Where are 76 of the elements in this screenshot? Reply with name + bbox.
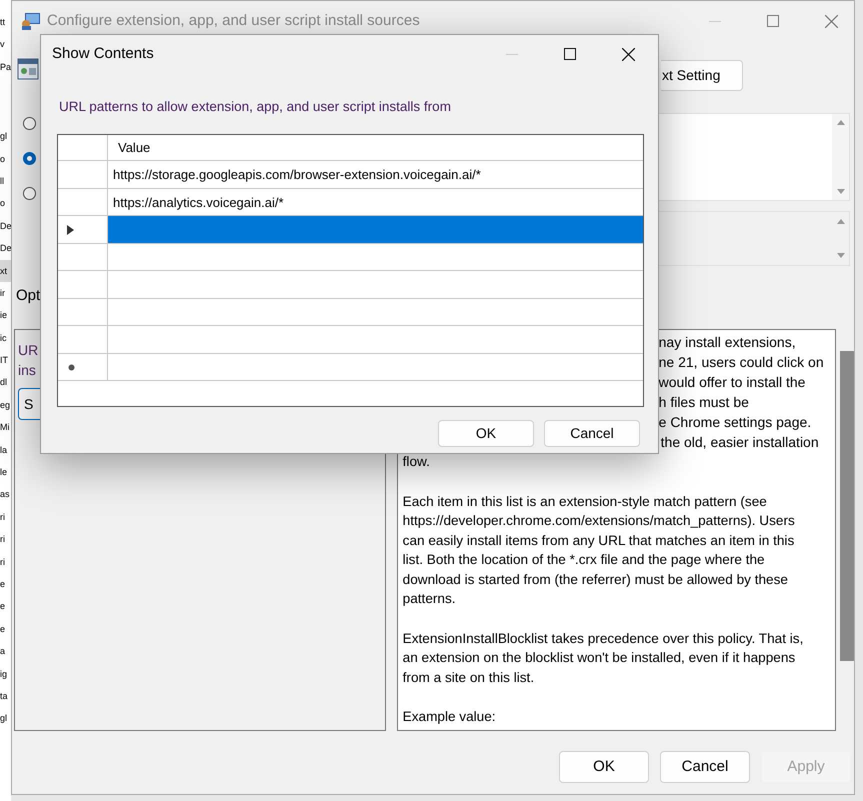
next-setting-button[interactable]: xt Setting: [661, 60, 743, 91]
dialog-button[interactable]: OK: [438, 420, 534, 448]
tree-item[interactable]: Mi: [0, 416, 11, 439]
tree-item[interactable]: tt: [0, 11, 11, 34]
radio-button[interactable]: [23, 187, 36, 200]
help-text-line: an extension on the blocklist won't be installed, even if it happens: [402, 649, 796, 667]
tree-item[interactable]: ta: [0, 684, 11, 708]
tree-item[interactable]: ri: [0, 550, 11, 573]
scroll-down-icon[interactable]: [836, 253, 844, 258]
window-title: Configure extension, app, and user script install sources: [47, 10, 420, 31]
options-label: Opt: [16, 287, 40, 304]
radio-button[interactable]: [23, 152, 36, 165]
tree-item[interactable]: e: [0, 618, 11, 640]
close-icon[interactable]: [622, 48, 635, 60]
maximize-icon[interactable]: [564, 48, 576, 60]
tree-item[interactable]: o: [0, 192, 11, 215]
dialog-button[interactable]: OK: [559, 751, 649, 783]
dialog-button[interactable]: Cancel: [544, 420, 640, 448]
tree-item[interactable]: v: [0, 33, 11, 56]
tree-item[interactable]: eg: [0, 394, 11, 416]
radio-button[interactable]: [23, 117, 36, 130]
scroll-up-icon[interactable]: [836, 120, 844, 125]
tree-item[interactable]: De: [0, 214, 11, 238]
tree-item[interactable]: ig: [0, 662, 11, 685]
help-text-line: download is started from (the referrer) must be allowed by these: [402, 570, 789, 589]
help-text-line: would offer to install the: [658, 373, 806, 392]
tree-item[interactable]: ie: [0, 304, 11, 327]
tree-item[interactable]: gl: [0, 707, 11, 730]
tree-item[interactable]: a: [0, 640, 11, 663]
scroll-down-icon[interactable]: [836, 189, 844, 194]
tree-item[interactable]: le: [0, 461, 11, 484]
tree-item[interactable]: gl: [0, 125, 11, 148]
computer-icon: [21, 11, 41, 31]
tree-item[interactable]: ic: [0, 326, 11, 350]
tree-item[interactable]: e: [0, 595, 11, 618]
column-header[interactable]: Value: [108, 135, 643, 160]
dialog-button[interactable]: Cancel: [660, 751, 750, 783]
tree-item[interactable]: as: [0, 483, 11, 506]
dialog-title: Show Contents: [52, 44, 154, 64]
help-text-line: ExtensionInstallBlocklist takes precedence over this policy. That is,: [402, 630, 804, 648]
scrollbar[interactable]: [832, 114, 849, 200]
help-text-line: e Chrome settings page.: [658, 413, 812, 432]
dialog-label: URL patterns to allow extension, app, and user script installs from: [59, 98, 452, 116]
tree-item[interactable]: IT: [0, 349, 11, 372]
show-button[interactable]: S: [18, 388, 40, 420]
help-text-line: nay install extensions,: [658, 333, 797, 352]
tree-item[interactable]: ri: [0, 528, 11, 551]
help-text-line: flow.: [402, 453, 431, 471]
help-text-line: can easily install items from any URL that matches an item in this: [402, 532, 796, 550]
tree-item[interactable]: ri: [0, 506, 11, 528]
tree-item[interactable]: la: [0, 438, 11, 462]
options-text: UR: [18, 341, 38, 360]
row-pointer-icon: [67, 224, 74, 234]
help-text-line: Each item in this list is an extension-style match pattern (see: [402, 492, 768, 511]
scrollbar-thumb[interactable]: [840, 351, 854, 661]
tree-item[interactable]: ll: [0, 170, 11, 192]
help-text-line: ne 21, users could click on: [658, 353, 825, 372]
help-text-line: list. Both the location of the *.crx file and the page where the: [402, 551, 766, 569]
grid-cell[interactable]: [108, 216, 643, 243]
new-row-icon: [68, 364, 75, 370]
help-text-line: h files must be: [658, 393, 750, 412]
tree-item[interactable]: ir: [0, 282, 11, 304]
tree-item[interactable]: xt: [0, 260, 11, 282]
help-text-line: the old, easier installation: [660, 433, 820, 452]
help-text-line: from a site on this list.: [402, 668, 536, 686]
tree-item[interactable]: e: [0, 572, 11, 596]
help-text-line: patterns.: [402, 590, 457, 608]
minimize-icon[interactable]: [709, 20, 721, 22]
tree-item[interactable]: De: [0, 237, 11, 260]
tree-item[interactable]: Pa: [0, 56, 11, 78]
tree-item[interactable]: dl: [0, 371, 11, 394]
options-text: ins: [18, 361, 36, 380]
help-text-line: https://developer.chrome.com/extensions/match_patterns). Users: [402, 512, 796, 530]
tree-item[interactable]: o: [0, 148, 11, 170]
scroll-up-icon[interactable]: [836, 219, 844, 224]
help-text-line: Example value:: [402, 708, 497, 726]
